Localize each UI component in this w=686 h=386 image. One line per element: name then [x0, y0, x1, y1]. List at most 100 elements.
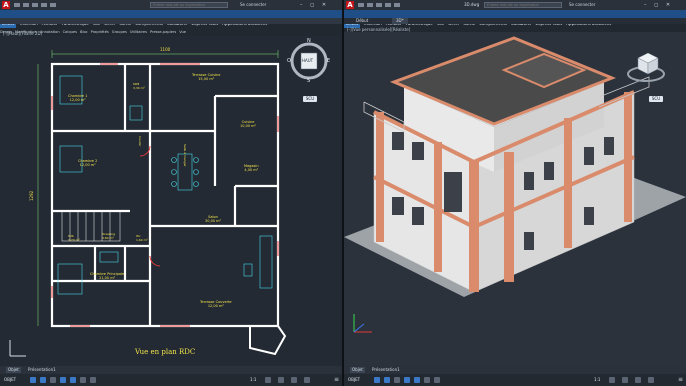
new-icon[interactable]: [358, 3, 364, 7]
wcs-button[interactable]: SCU: [303, 96, 317, 102]
model-label[interactable]: OBJET: [348, 377, 360, 383]
tab-3d[interactable]: 3D*: [392, 18, 408, 24]
wcs-button[interactable]: SCU: [649, 96, 663, 102]
save-icon[interactable]: [32, 3, 38, 7]
title-bar: A 3D.dwg Se connecter – ◻ ✕: [344, 0, 686, 10]
snap-icon[interactable]: [384, 377, 390, 383]
dim-top: 1100: [160, 47, 171, 52]
plan-caption: Vue en plan RDC: [135, 348, 196, 356]
model-label[interactable]: OBJET: [4, 377, 16, 383]
scale-label[interactable]: 1:1: [250, 377, 256, 383]
ribbon-tabs: DébutInsertionAnnoterParamétriqueVueGére…: [0, 10, 342, 28]
panel-label[interactable]: Utilitaires: [130, 29, 147, 35]
status-toolbar: OBJET 1:1 ≡: [344, 374, 686, 386]
fullscreen-icon[interactable]: [648, 377, 654, 383]
room-ch1: Chambre 1 12,00 m²: [68, 94, 88, 102]
panel-label[interactable]: Bloc: [80, 29, 88, 35]
cube-icon: [627, 52, 665, 82]
openings: [51, 63, 279, 327]
window-controls[interactable]: – ◻ ✕: [644, 2, 673, 8]
transparency-icon[interactable]: [90, 377, 96, 383]
file-title: 3D.dwg: [464, 2, 480, 7]
ortho-icon[interactable]: [394, 377, 400, 383]
grid-icon[interactable]: [374, 377, 380, 383]
dim-left: 1292: [29, 190, 34, 201]
menu-icon[interactable]: ≡: [334, 377, 339, 383]
viewcube-3d[interactable]: [626, 48, 666, 84]
new-icon[interactable]: [14, 3, 20, 7]
lineweight-icon[interactable]: [80, 377, 86, 383]
tab-layout1[interactable]: Présentation1: [370, 367, 402, 373]
tab-layout1[interactable]: Présentation1: [26, 367, 58, 373]
panel-label[interactable]: Annotation: [40, 29, 60, 35]
walls: [50, 62, 280, 328]
autocad-logo[interactable]: A: [2, 1, 10, 9]
osnap-icon[interactable]: [414, 377, 420, 383]
layout-tabs: Objet Présentation1: [0, 366, 342, 374]
panel-label[interactable]: Calques: [63, 29, 77, 35]
redo-icon[interactable]: [394, 3, 400, 7]
title-bar: A Se connecter – ◻ ✕: [0, 0, 342, 10]
workspace-icon[interactable]: [278, 377, 284, 383]
open-icon[interactable]: [23, 3, 29, 7]
compass-w: O: [287, 58, 291, 64]
room-magasin: Magasin 4,00 m²: [244, 164, 259, 172]
room-terrasse2: Terrasse Couverte 12,00 m²: [200, 300, 232, 308]
panel-label[interactable]: Groupes: [112, 29, 127, 35]
ucs-icon: [9, 340, 26, 357]
drawing-area-plan[interactable]: 1100 1292 Chambre 1 12,00 m² SDB 3,30 m²…: [0, 36, 342, 366]
room-salle: Salle à manger: [183, 144, 187, 167]
search-input[interactable]: [150, 2, 228, 8]
tab-model[interactable]: Objet: [350, 367, 365, 373]
save-icon[interactable]: [376, 3, 382, 7]
undo-icon[interactable]: [41, 3, 47, 7]
isolate-icon[interactable]: [291, 377, 297, 383]
osnap-icon[interactable]: [70, 377, 76, 383]
tab-start[interactable]: Début: [352, 18, 372, 24]
room-terrasse: Terrasse Cuisine 15,00 m²: [192, 73, 221, 81]
annotation-icon[interactable]: [265, 377, 271, 383]
scale-label[interactable]: 1:1: [594, 377, 600, 383]
isolate-icon[interactable]: [635, 377, 641, 383]
lineweight-icon[interactable]: [424, 377, 430, 383]
panel-label[interactable]: Presse-papiers: [150, 29, 176, 35]
grid-icon[interactable]: [30, 377, 36, 383]
floor-plan: 1100 1292: [29, 47, 287, 356]
cube-face: HAUT: [302, 58, 314, 63]
status-toolbar: OBJET 1:1 ≡: [0, 374, 342, 386]
viewcube[interactable]: N O E S HAUT: [286, 38, 332, 84]
room-cuisine: Cuisine 10,00 m²: [240, 120, 256, 128]
autocad-window-3d: A 3D.dwg Se connecter – ◻ ✕ DébutInserti…: [344, 0, 686, 386]
tab-model[interactable]: Objet: [6, 367, 21, 373]
open-icon[interactable]: [367, 3, 373, 7]
annotation-icon[interactable]: [609, 377, 615, 383]
fullscreen-icon[interactable]: [304, 377, 310, 383]
polar-icon[interactable]: [60, 377, 66, 383]
room-chp: Chambre Principale 21,00 m²: [90, 272, 125, 280]
signin-link[interactable]: Se connecter: [240, 2, 266, 7]
ucs-axis-icon: [353, 314, 372, 333]
panel-label[interactable]: Vue: [179, 29, 186, 35]
snap-icon[interactable]: [40, 377, 46, 383]
transparency-icon[interactable]: [434, 377, 440, 383]
autocad-logo[interactable]: A: [346, 1, 354, 9]
room-wc: Wc 1,60 m²: [136, 234, 148, 242]
room-ch2: Chambre 2 12,00 m²: [78, 159, 98, 167]
panel-label[interactable]: Propriétés: [91, 29, 109, 35]
compass-s: S: [307, 78, 311, 84]
room-salon: Salon 30,00 m²: [205, 215, 221, 223]
workspace-icon[interactable]: [622, 377, 628, 383]
room-dressing: Dressing 3,80 m²: [102, 232, 116, 240]
ribbon-tabs: DébutInsertionAnnoterParamétriqueVueGére…: [344, 10, 686, 28]
polar-icon[interactable]: [404, 377, 410, 383]
dimension-lines: [37, 50, 279, 326]
search-input[interactable]: [484, 2, 562, 8]
redo-icon[interactable]: [50, 3, 56, 7]
compass-n: N: [307, 38, 311, 44]
window-controls[interactable]: – ◻ ✕: [300, 2, 329, 8]
signin-link[interactable]: Se connecter: [569, 2, 595, 7]
terrace-bay: [249, 325, 287, 356]
ortho-icon[interactable]: [50, 377, 56, 383]
undo-icon[interactable]: [385, 3, 391, 7]
menu-icon[interactable]: ≡: [678, 377, 683, 383]
